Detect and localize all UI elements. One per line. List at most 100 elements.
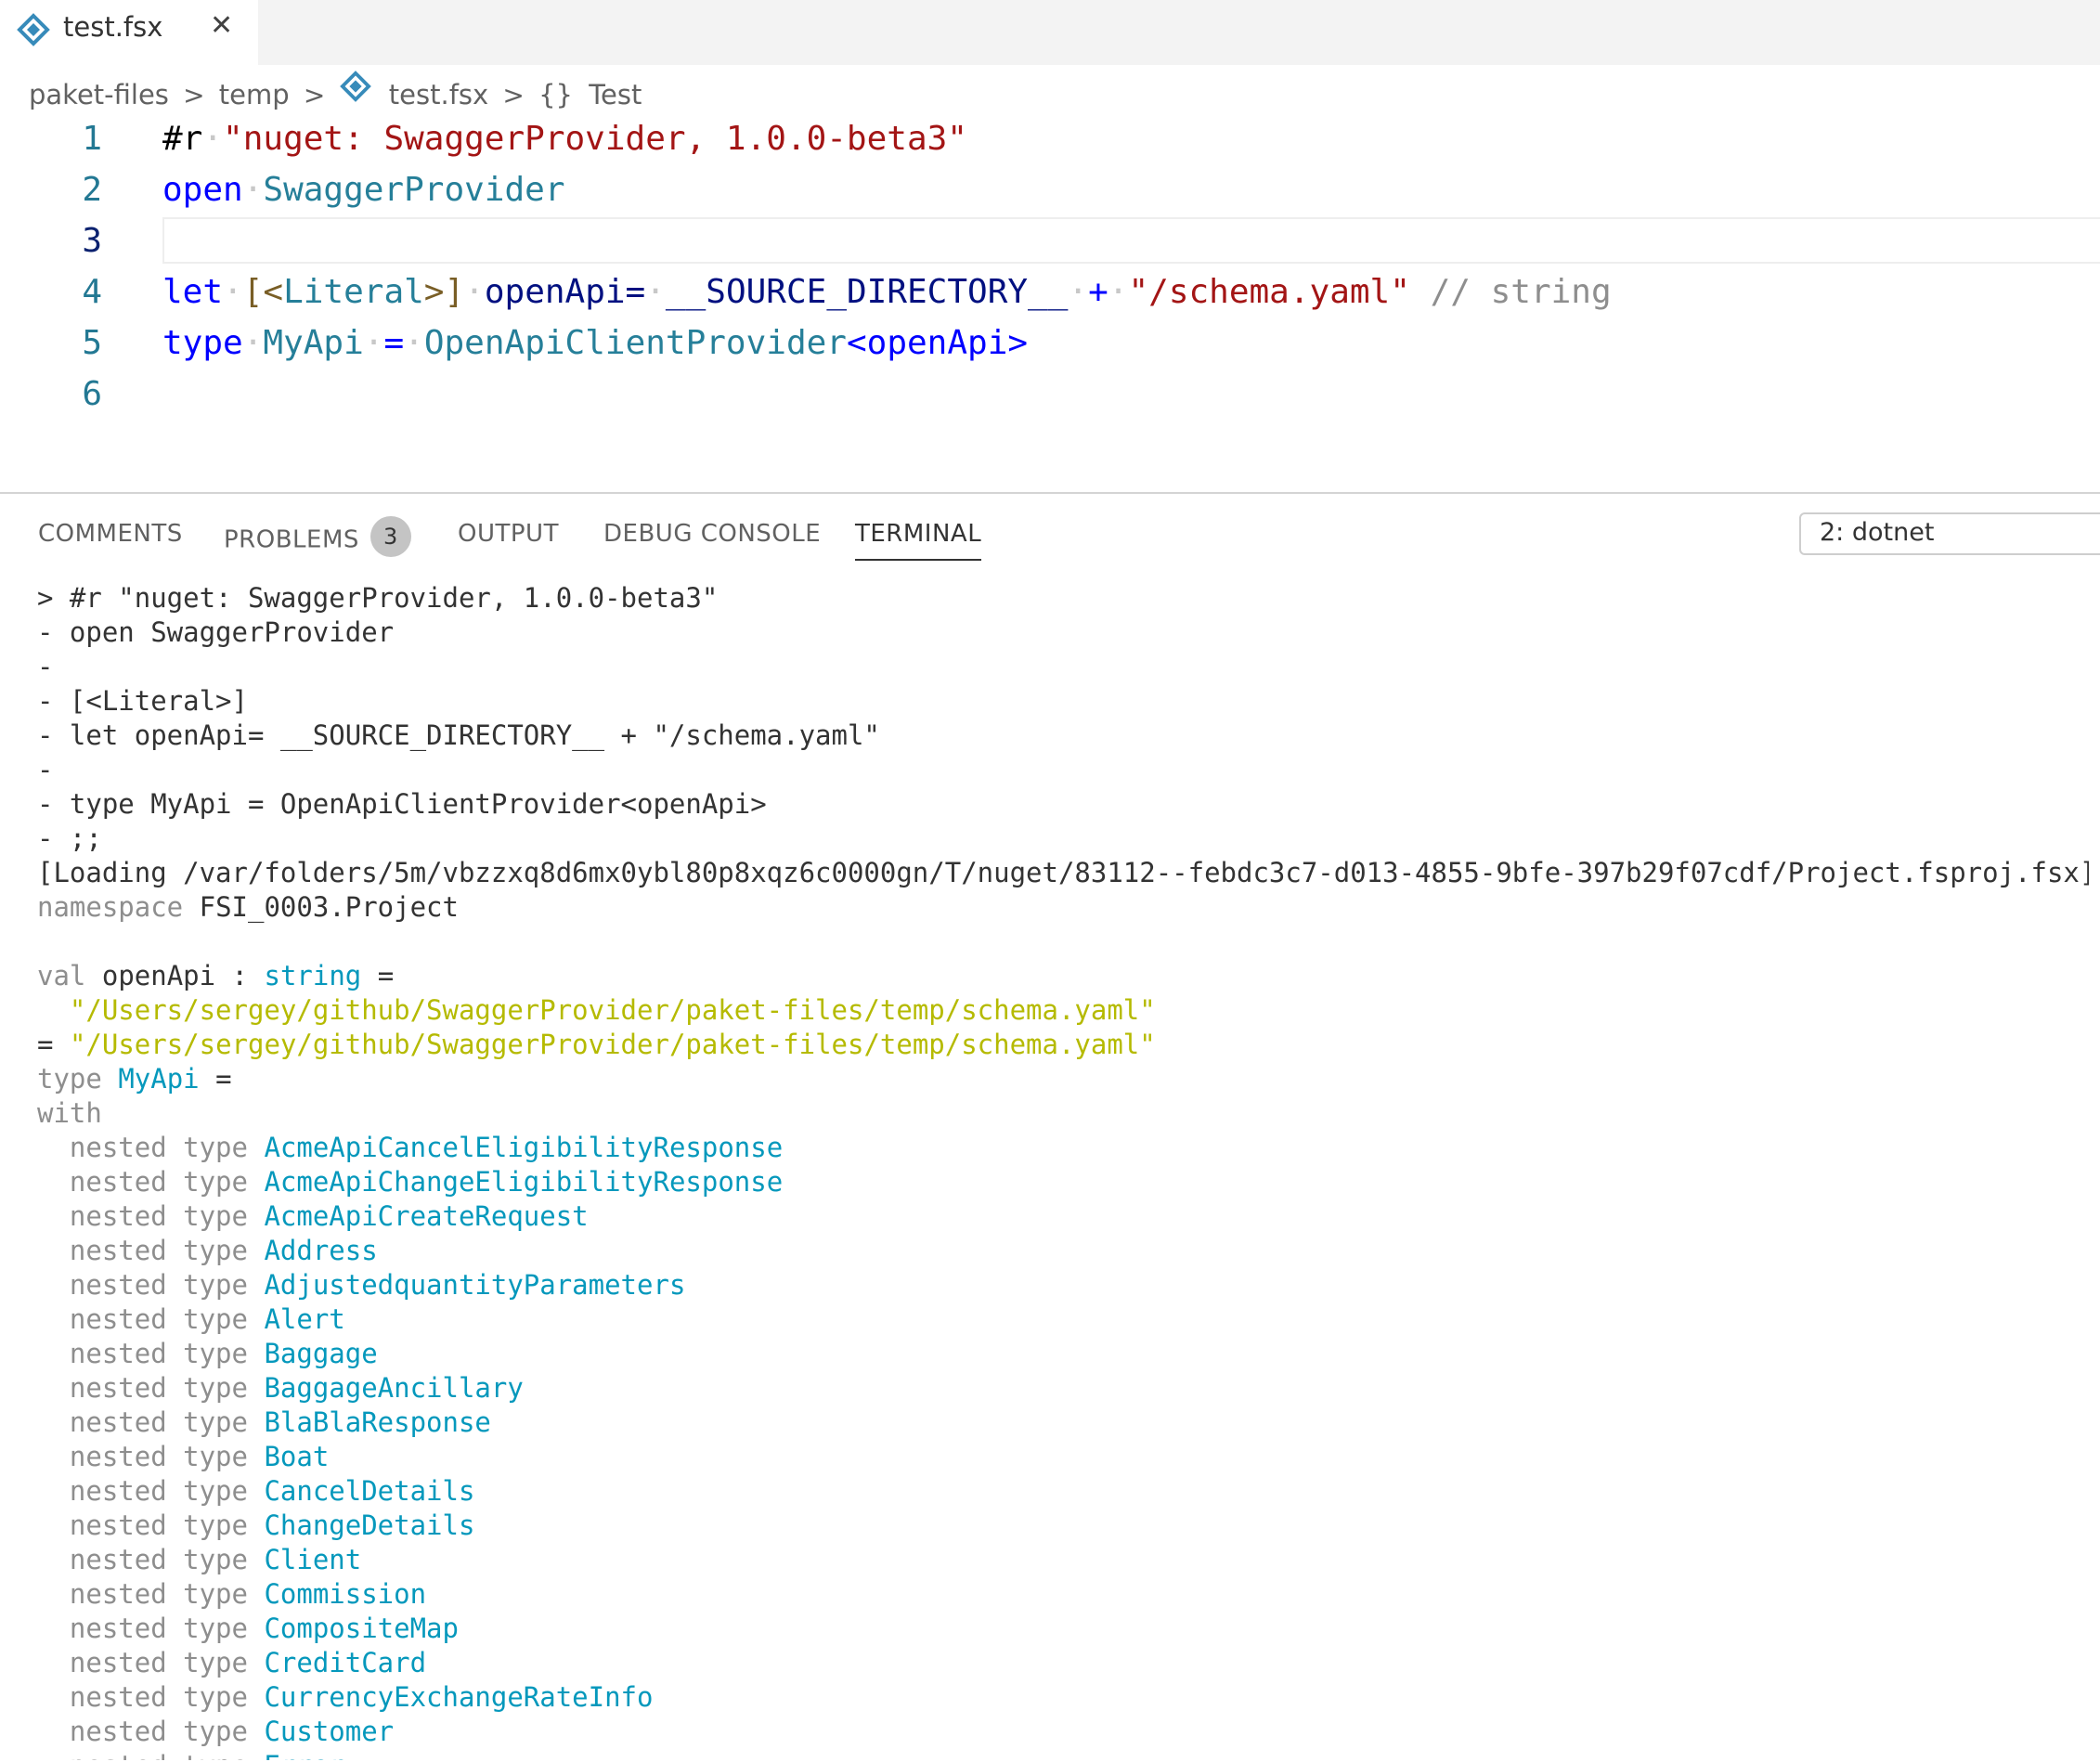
nested-type-name: CurrencyExchangeRateInfo bbox=[264, 1681, 654, 1713]
nested-type-line: nested type AdjustedquantityParameters bbox=[37, 1268, 2089, 1302]
nested-type-line: nested type CurrencyExchangeRateInfo bbox=[37, 1680, 2089, 1715]
terminal-line: - bbox=[37, 754, 54, 785]
code-line[interactable]: 6 bbox=[0, 369, 2100, 420]
attribute-name: Literal bbox=[283, 273, 424, 311]
terminal-line: - let openApi= __SOURCE_DIRECTORY__ + "/… bbox=[37, 719, 880, 751]
namespace-name: FSI_0003.Project bbox=[199, 891, 459, 923]
nested-type-keyword: nested type bbox=[69, 1613, 248, 1644]
nested-type-name: Baggage bbox=[264, 1338, 378, 1369]
provider-name: OpenApiClientProvider bbox=[423, 324, 847, 362]
nested-type-name: CompositeMap bbox=[264, 1613, 459, 1644]
attribute-bracket: [< bbox=[242, 273, 284, 311]
nested-type-name: AcmeApiChangeEligibilityResponse bbox=[264, 1166, 784, 1198]
with-keyword: with bbox=[37, 1097, 102, 1129]
terminal-line: namespace FSI_0003.Project bbox=[37, 890, 2089, 925]
nested-type-keyword: nested type bbox=[69, 1544, 248, 1575]
nested-type-line: nested type Customer bbox=[37, 1715, 2089, 1749]
type-name: MyApi bbox=[118, 1063, 200, 1095]
chevron-right-icon: > bbox=[303, 79, 326, 110]
nested-type-line: nested type CompositeMap bbox=[37, 1612, 2089, 1646]
code-line[interactable]: 4 let·[<Literal>]·openApi=·__SOURCE_DIRE… bbox=[0, 266, 2100, 317]
fsharp-file-icon bbox=[339, 71, 371, 102]
colon: : bbox=[231, 960, 249, 991]
breadcrumb-item-paket-files[interactable]: paket-files bbox=[29, 79, 169, 110]
nested-type-line: nested type Alert bbox=[37, 1302, 2089, 1337]
nested-type-name: ChangeDetails bbox=[264, 1509, 475, 1541]
line-number: 5 bbox=[82, 324, 102, 362]
nested-type-line: nested type BaggageAncillary bbox=[37, 1371, 2089, 1406]
nested-type-line: nested type Baggage bbox=[37, 1337, 2089, 1371]
code-line-current[interactable]: 3 bbox=[0, 215, 2100, 266]
string-value: "/Users/sergey/github/SwaggerProvider/pa… bbox=[69, 1029, 1156, 1060]
code-text: let·[<Literal>]·openApi=·__SOURCE_DIRECT… bbox=[162, 273, 1612, 311]
terminal-line: - open SwaggerProvider bbox=[37, 616, 395, 648]
nested-type-line: nested type AcmeApiCancelEligibilityResp… bbox=[37, 1131, 2089, 1165]
tab-label: test.fsx bbox=[63, 11, 163, 43]
terminal-line: = "/Users/sergey/github/SwaggerProvider/… bbox=[37, 1028, 2089, 1062]
panel-tabs: COMMENTS PROBLEMS 3 OUTPUT DEBUG CONSOLE … bbox=[0, 494, 1764, 577]
nested-type-keyword: nested type bbox=[69, 1475, 248, 1507]
identifier: openApi= bbox=[484, 273, 646, 311]
nested-type-name: AcmeApiCancelEligibilityResponse bbox=[264, 1132, 784, 1163]
identifier: __SOURCE_DIRECTORY__ bbox=[665, 273, 1069, 311]
string-literal: "nuget: SwaggerProvider, 1.0.0-beta3" bbox=[223, 120, 967, 158]
breadcrumb-item-test[interactable]: Test bbox=[589, 79, 642, 110]
terminal-line: - type MyApi = OpenApiClientProvider<ope… bbox=[37, 788, 767, 820]
equals-sign: = bbox=[377, 960, 395, 991]
nested-type-keyword: nested type bbox=[69, 1303, 248, 1335]
tab-comments[interactable]: COMMENTS bbox=[38, 520, 183, 548]
tab-terminal-label: TERMINAL bbox=[855, 520, 982, 548]
terminal-output[interactable]: > #r "nuget: SwaggerProvider, 1.0.0-beta… bbox=[37, 581, 2089, 1760]
nested-type-name: Boat bbox=[264, 1441, 330, 1472]
equals-sign: = bbox=[37, 1029, 54, 1060]
terminal-select[interactable]: 2: dotnet bbox=[1799, 512, 2100, 555]
terminal-line: - ;; bbox=[37, 823, 102, 854]
tab-problems[interactable]: PROBLEMS 3 bbox=[224, 516, 411, 561]
nested-type-name: Address bbox=[264, 1235, 378, 1266]
code-line[interactable]: 5 type·MyApi·=·OpenApiClientProvider<ope… bbox=[0, 317, 2100, 369]
type-keyword: type bbox=[37, 1063, 102, 1095]
type-hint: // string bbox=[1430, 273, 1612, 311]
nested-type-keyword: nested type bbox=[69, 1235, 248, 1266]
nested-type-name: BlaBlaResponse bbox=[264, 1406, 491, 1438]
equals-sign: = bbox=[215, 1063, 232, 1095]
nested-type-line: nested type Error bbox=[37, 1749, 2089, 1760]
code-text: open·SwaggerProvider bbox=[162, 171, 565, 209]
nested-type-name: Commission bbox=[264, 1578, 427, 1610]
tab-output[interactable]: OUTPUT bbox=[458, 520, 559, 548]
breadcrumb-item-temp[interactable]: temp bbox=[219, 79, 290, 110]
breadcrumb-item-test-fsx[interactable]: test.fsx bbox=[389, 79, 488, 110]
tab-debug-console[interactable]: DEBUG CONSOLE bbox=[603, 520, 821, 548]
keyword: open bbox=[162, 171, 243, 209]
nested-type-line: nested type CreditCard bbox=[37, 1646, 2089, 1680]
nested-type-line: nested type CancelDetails bbox=[37, 1474, 2089, 1509]
line-number: 6 bbox=[82, 375, 102, 413]
namespace-keyword: namespace bbox=[37, 891, 184, 923]
nested-type-keyword: nested type bbox=[69, 1509, 248, 1541]
tab-terminal[interactable]: TERMINAL bbox=[855, 520, 982, 561]
nested-type-keyword: nested type bbox=[69, 1372, 248, 1404]
terminal-line: type MyApi = bbox=[37, 1062, 2089, 1096]
nested-type-line: nested type AcmeApiChangeEligibilityResp… bbox=[37, 1165, 2089, 1199]
code-editor[interactable]: 1 #r·"nuget: SwaggerProvider, 1.0.0-beta… bbox=[0, 113, 2100, 494]
module-name: SwaggerProvider bbox=[263, 171, 565, 209]
fsharp-file-icon bbox=[17, 13, 50, 46]
operator: = bbox=[383, 324, 405, 362]
line-number: 1 bbox=[82, 120, 102, 158]
string-value: "/Users/sergey/github/SwaggerProvider/pa… bbox=[69, 994, 1156, 1026]
nested-type-keyword: nested type bbox=[69, 1166, 248, 1198]
nested-type-line: nested type Boat bbox=[37, 1440, 2089, 1474]
code-text: type·MyApi·=·OpenApiClientProvider<openA… bbox=[162, 324, 1029, 362]
code-line[interactable]: 1 #r·"nuget: SwaggerProvider, 1.0.0-beta… bbox=[0, 113, 2100, 164]
close-icon[interactable]: ✕ bbox=[210, 9, 233, 42]
code-line[interactable]: 2 open·SwaggerProvider bbox=[0, 164, 2100, 215]
line-number: 3 bbox=[82, 222, 102, 260]
namespace-icon: {} bbox=[538, 79, 573, 110]
nested-type-list: nested type AcmeApiCancelEligibilityResp… bbox=[37, 1131, 2089, 1760]
nested-type-line: nested type ChangeDetails bbox=[37, 1509, 2089, 1543]
keyword: type bbox=[162, 324, 243, 362]
terminal-line: "/Users/sergey/github/SwaggerProvider/pa… bbox=[37, 993, 2089, 1028]
val-name: openApi bbox=[101, 960, 216, 991]
nested-type-line: nested type Commission bbox=[37, 1577, 2089, 1612]
tab-test-fsx[interactable]: test.fsx ✕ bbox=[0, 0, 258, 65]
